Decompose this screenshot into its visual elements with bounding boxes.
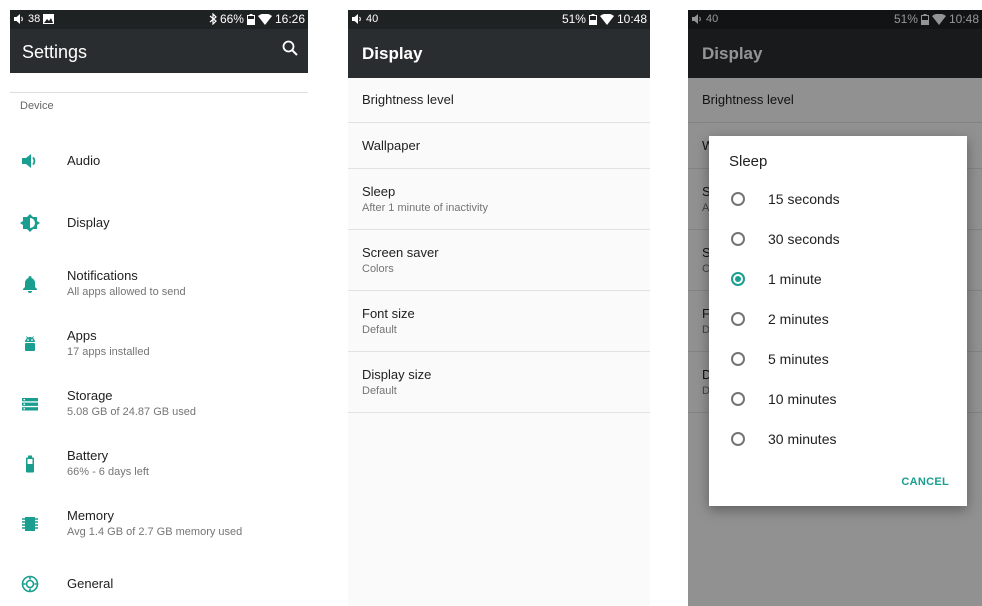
- battery-status-icon: [246, 13, 255, 25]
- gear-icon: [21, 575, 39, 593]
- item-title: Storage: [67, 388, 113, 403]
- option-label: 30 minutes: [768, 431, 837, 447]
- settings-screen: 38 66% 16:26 Settings Device Audio Displ…: [10, 10, 308, 606]
- option-label: 15 seconds: [768, 191, 840, 207]
- sleep-option[interactable]: 5 minutes: [709, 340, 967, 380]
- battery-percent: 51%: [561, 12, 586, 26]
- volume-level: 40: [366, 13, 379, 25]
- item-subtitle: 17 apps installed: [67, 346, 150, 358]
- option-label: 2 minutes: [768, 311, 829, 327]
- app-bar: Display: [348, 29, 650, 78]
- divider: [10, 92, 308, 93]
- item-title: Display: [67, 215, 110, 230]
- sleep-dialog: Sleep 15 seconds 30 seconds 1 minute 2 m…: [709, 136, 967, 506]
- item-subtitle: All apps allowed to send: [67, 286, 186, 298]
- page-title: Display: [362, 44, 423, 63]
- row-brightness-level[interactable]: Brightness level: [348, 78, 650, 123]
- settings-item-memory[interactable]: Memory Avg 1.4 GB of 2.7 GB memory used: [10, 500, 308, 548]
- volume-status-icon: [14, 14, 23, 24]
- image-icon: [43, 14, 55, 24]
- page-title: Settings: [22, 42, 88, 62]
- radio-button-selected[interactable]: [731, 272, 745, 286]
- memory-icon: [22, 517, 38, 531]
- row-title: Font size: [362, 306, 415, 321]
- wifi-icon: [599, 13, 614, 25]
- search-icon[interactable]: [282, 40, 298, 56]
- clock: 16:26: [274, 12, 305, 26]
- item-subtitle: 5.08 GB of 24.87 GB used: [67, 406, 197, 418]
- battery-icon: [26, 455, 34, 473]
- radio-button[interactable]: [731, 232, 745, 246]
- volume-status-icon: [352, 14, 361, 24]
- row-screen-saver[interactable]: Screen saver Colors: [348, 230, 650, 291]
- row-title: Brightness level: [362, 92, 454, 107]
- settings-item-notifications[interactable]: Notifications All apps allowed to send: [10, 260, 308, 308]
- item-title: General: [67, 576, 114, 591]
- item-title: Audio: [67, 153, 101, 168]
- display-sleep-dialog-screen: 40 51% 10:48 Display Brightness level Wa…: [688, 10, 982, 606]
- radio-button[interactable]: [731, 392, 745, 406]
- radio-button[interactable]: [731, 352, 745, 366]
- volume-level: 38: [28, 13, 41, 25]
- row-wallpaper[interactable]: Wallpaper: [348, 123, 650, 169]
- settings-item-audio[interactable]: Audio: [10, 137, 308, 185]
- settings-item-display[interactable]: Display: [10, 199, 308, 247]
- option-label: 1 minute: [768, 271, 822, 287]
- row-title: Display size: [362, 367, 432, 382]
- radio-button[interactable]: [731, 312, 745, 326]
- item-subtitle: Avg 1.4 GB of 2.7 GB memory used: [67, 526, 243, 538]
- option-label: 5 minutes: [768, 351, 829, 367]
- row-subtitle: After 1 minute of inactivity: [362, 202, 488, 214]
- settings-item-general[interactable]: General: [10, 560, 308, 606]
- settings-item-storage[interactable]: Storage 5.08 GB of 24.87 GB used: [10, 380, 308, 428]
- sleep-option[interactable]: 30 seconds: [709, 220, 967, 260]
- status-bar: 40 51% 10:48: [348, 10, 650, 29]
- item-title: Notifications: [67, 268, 138, 283]
- row-subtitle: Colors: [362, 263, 394, 275]
- row-display-size[interactable]: Display size Default: [348, 352, 650, 413]
- section-header: Device: [20, 100, 54, 112]
- row-title: Sleep: [362, 184, 396, 199]
- settings-item-battery[interactable]: Battery 66% - 6 days left: [10, 440, 308, 488]
- volume-icon: [22, 154, 36, 168]
- bell-icon: [23, 276, 37, 293]
- settings-item-apps[interactable]: Apps 17 apps installed: [10, 320, 308, 368]
- dialog-title: Sleep: [729, 153, 768, 170]
- row-title: Wallpaper: [362, 138, 421, 153]
- wifi-icon: [257, 13, 272, 25]
- radio-button[interactable]: [731, 192, 745, 206]
- row-subtitle: Default: [362, 324, 397, 336]
- android-icon: [25, 336, 35, 351]
- row-sleep[interactable]: Sleep After 1 minute of inactivity: [348, 169, 650, 230]
- storage-icon: [22, 398, 38, 411]
- item-title: Apps: [67, 328, 97, 343]
- option-label: 30 seconds: [768, 231, 840, 247]
- row-font-size[interactable]: Font size Default: [348, 291, 650, 352]
- sleep-option[interactable]: 15 seconds: [709, 180, 967, 220]
- cancel-button[interactable]: CANCEL: [901, 476, 949, 488]
- option-label: 10 minutes: [768, 391, 837, 407]
- bluetooth-icon: [209, 13, 217, 25]
- item-subtitle: 66% - 6 days left: [67, 466, 149, 478]
- item-title: Memory: [67, 508, 114, 523]
- sleep-option[interactable]: 30 minutes: [709, 420, 967, 460]
- sleep-option[interactable]: 1 minute: [709, 260, 967, 300]
- sleep-option[interactable]: 2 minutes: [709, 300, 967, 340]
- battery-percent: 66%: [219, 12, 244, 26]
- status-bar: 38 66% 16:26: [10, 10, 308, 29]
- row-title: Screen saver: [362, 245, 439, 260]
- sleep-option[interactable]: 10 minutes: [709, 380, 967, 420]
- clock: 10:48: [616, 12, 647, 26]
- display-screen: 40 51% 10:48 Display Brightness level Wa…: [348, 10, 650, 606]
- item-title: Battery: [67, 448, 109, 463]
- brightness-icon: [20, 214, 40, 232]
- battery-status-icon: [588, 13, 597, 25]
- row-subtitle: Default: [362, 385, 397, 397]
- radio-button[interactable]: [731, 432, 745, 446]
- app-bar: Settings: [10, 29, 308, 73]
